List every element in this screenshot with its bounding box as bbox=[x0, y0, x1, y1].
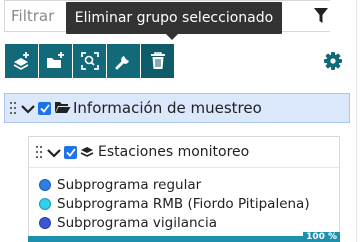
delete-group-button[interactable] bbox=[141, 44, 174, 78]
add-folder-icon bbox=[46, 52, 64, 68]
tooltip-arrow bbox=[166, 34, 178, 40]
sublayer-checkbox[interactable] bbox=[64, 145, 77, 159]
settings-tool-button[interactable] bbox=[107, 44, 140, 78]
check-icon bbox=[39, 103, 50, 113]
sublayer-label: Estaciones monitoreo bbox=[98, 144, 250, 160]
zoom-to-extent-button[interactable] bbox=[73, 44, 106, 78]
add-layer-icon bbox=[13, 52, 29, 70]
drag-handle-icon[interactable] bbox=[31, 145, 47, 159]
divider bbox=[29, 167, 339, 168]
group-row[interactable]: Información de muestreo bbox=[4, 93, 350, 123]
filter-icon bbox=[314, 8, 328, 23]
legend-item: Subprograma RMB (Fiordo Pitipalena) bbox=[39, 194, 310, 213]
trash-icon bbox=[150, 52, 165, 69]
chevron-down-icon[interactable] bbox=[21, 99, 35, 118]
legend-label: Subprograma regular bbox=[57, 176, 202, 193]
sublayer-row[interactable]: Estaciones monitoreo bbox=[29, 137, 339, 167]
legend-item: Subprograma regular bbox=[39, 175, 310, 194]
filter-button[interactable] bbox=[306, 0, 336, 32]
legend-item: Subprograma vigilancia bbox=[39, 213, 310, 232]
panel-settings-button[interactable] bbox=[322, 50, 344, 72]
sublayer-panel: Estaciones monitoreo Subprograma regular… bbox=[28, 136, 340, 240]
zoom-to-extent-icon bbox=[80, 52, 99, 70]
layers-icon bbox=[80, 143, 94, 162]
group-label: Información de muestreo bbox=[73, 99, 262, 117]
legend-dot-rmb bbox=[39, 197, 51, 210]
panel-border bbox=[356, 0, 357, 242]
legend-dot-regular bbox=[39, 178, 51, 191]
check-icon bbox=[65, 147, 76, 157]
wrench-icon bbox=[115, 56, 129, 70]
tooltip: Eliminar grupo seleccionado bbox=[66, 2, 282, 34]
legend-label: Subprograma RMB (Fiordo Pitipalena) bbox=[57, 195, 310, 212]
gear-icon bbox=[324, 52, 342, 70]
chevron-down-icon[interactable] bbox=[47, 143, 61, 162]
group-checkbox[interactable] bbox=[38, 101, 51, 115]
legend-dot-vigilancia bbox=[39, 216, 51, 229]
tooltip-text: Eliminar grupo seleccionado bbox=[74, 10, 274, 26]
add-layer-button[interactable] bbox=[5, 44, 38, 78]
loading-progress-bar: 100 % bbox=[28, 232, 340, 242]
progress-label: 100 % bbox=[303, 232, 340, 242]
legend: Subprograma regular Subprograma RMB (Fio… bbox=[39, 175, 310, 232]
folder-open-icon bbox=[54, 99, 71, 118]
layer-toolbar bbox=[5, 44, 175, 78]
legend-label: Subprograma vigilancia bbox=[57, 214, 217, 231]
add-folder-button[interactable] bbox=[39, 44, 72, 78]
drag-handle-icon[interactable] bbox=[5, 101, 21, 115]
